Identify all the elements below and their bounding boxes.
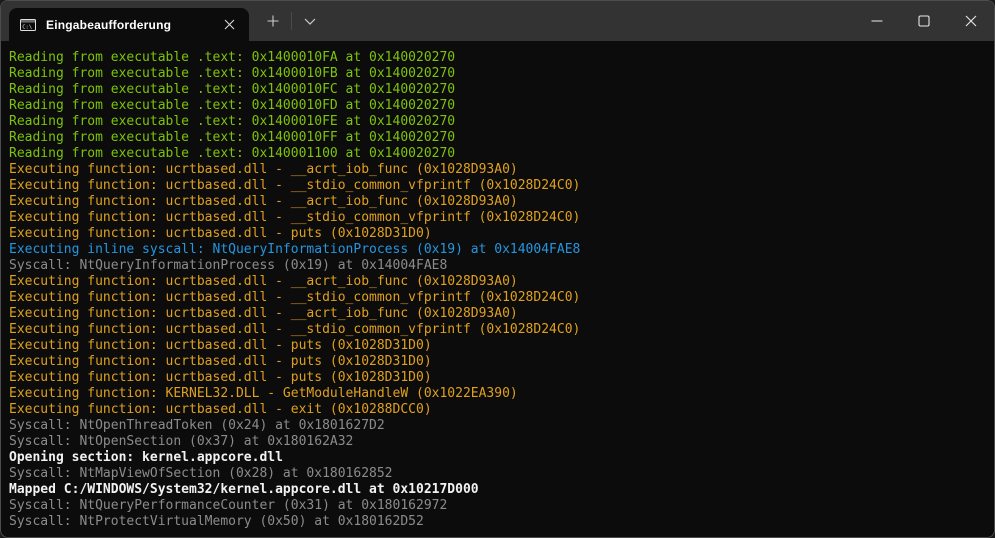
tab-dropdown-button[interactable] [292, 1, 328, 41]
terminal-line: Syscall: NtProtectVirtualMemory (0x50) a… [9, 514, 986, 530]
terminal-line: Syscall: NtOpenThreadToken (0x24) at 0x1… [9, 418, 986, 434]
close-icon [965, 15, 977, 27]
terminal-line: Executing function: ucrtbased.dll - __st… [9, 178, 986, 194]
maximize-icon [918, 15, 930, 27]
terminal-line: Syscall: NtQueryPerformanceCounter (0x31… [9, 498, 986, 514]
terminal-line: Reading from executable .text: 0x1400010… [9, 130, 986, 146]
terminal-line: Executing function: ucrtbased.dll - __ac… [9, 306, 986, 322]
chevron-down-icon [304, 18, 316, 25]
svg-text:C:\: C:\ [22, 24, 32, 30]
terminal-line: Reading from executable .text: 0x1400010… [9, 98, 986, 114]
terminal-line: Executing function: ucrtbased.dll - puts… [9, 370, 986, 386]
cmd-app-icon: C:\ [20, 17, 36, 33]
terminal-line: Executing function: ucrtbased.dll - puts… [9, 226, 986, 242]
new-tab-button[interactable] [255, 1, 291, 41]
close-button[interactable] [947, 1, 994, 41]
terminal-line: Executing inline syscall: NtQueryInforma… [9, 242, 986, 258]
terminal-line: Executing function: KERNEL32.DLL - GetMo… [9, 386, 986, 402]
terminal-line: Executing function: ucrtbased.dll - __ac… [9, 162, 986, 178]
terminal-line: Reading from executable .text: 0x1400010… [9, 66, 986, 82]
maximize-button[interactable] [900, 1, 947, 41]
terminal-line: Syscall: NtMapViewOfSection (0x28) at 0x… [9, 466, 986, 482]
terminal-viewport[interactable]: Reading from executable .text: 0x1400010… [1, 41, 994, 537]
terminal-window: C:\ Eingabeaufforderung [0, 0, 995, 538]
tab-title: Eingabeaufforderung [46, 18, 217, 32]
terminal-line: Executing function: ucrtbased.dll - __ac… [9, 274, 986, 290]
new-tab-plus-icon [267, 15, 279, 27]
terminal-line: Executing function: ucrtbased.dll - __ac… [9, 194, 986, 210]
minimize-button[interactable] [853, 1, 900, 41]
title-bar[interactable]: C:\ Eingabeaufforderung [1, 1, 994, 41]
terminal-line: Reading from executable .text: 0x1400010… [9, 114, 986, 130]
titlebar-drag-area[interactable] [328, 1, 853, 41]
terminal-line: Reading from executable .text: 0x1400011… [9, 146, 986, 162]
terminal-line: Opening section: kernel.appcore.dll [9, 450, 986, 466]
terminal-line: Reading from executable .text: 0x1400010… [9, 50, 986, 66]
tab-eingabeaufforderung[interactable]: C:\ Eingabeaufforderung [9, 8, 249, 41]
terminal-line: Executing function: ucrtbased.dll - __st… [9, 210, 986, 226]
terminal-line: Syscall: NtOpenSection (0x37) at 0x18016… [9, 434, 986, 450]
terminal-line: Executing function: ucrtbased.dll - exit… [9, 402, 986, 418]
terminal-line: Mapped C:/WINDOWS/System32/kernel.appcor… [9, 482, 986, 498]
terminal-line: Executing function: ucrtbased.dll - __st… [9, 322, 986, 338]
minimize-icon [871, 15, 883, 27]
terminal-line: Syscall: NtQueryInformationProcess (0x19… [9, 258, 986, 274]
tab-close-icon[interactable] [217, 13, 241, 37]
terminal-line: Executing function: ucrtbased.dll - puts… [9, 354, 986, 370]
terminal-line: Reading from executable .text: 0x1400010… [9, 82, 986, 98]
terminal-line: Executing function: ucrtbased.dll - puts… [9, 338, 986, 354]
terminal-line: Executing function: ucrtbased.dll - __st… [9, 290, 986, 306]
